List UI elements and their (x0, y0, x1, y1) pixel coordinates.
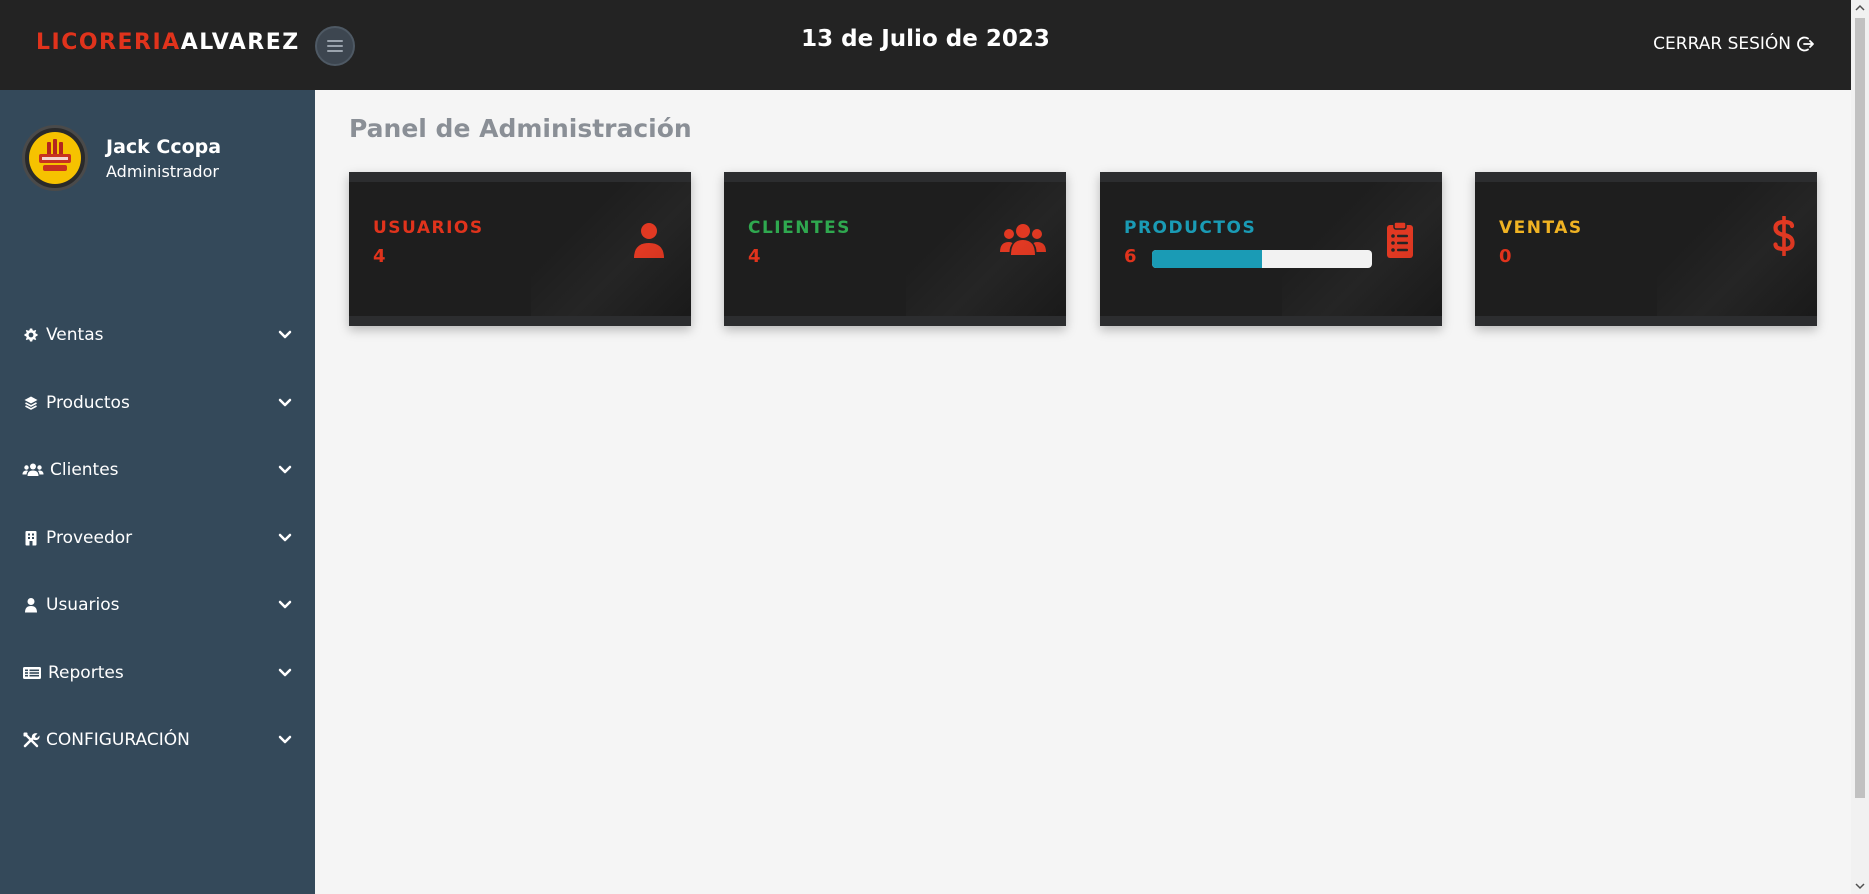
sign-out-icon (1797, 36, 1814, 52)
sidebar-item-productos[interactable]: Productos (0, 383, 315, 423)
card-value: 4 (373, 246, 386, 267)
logout-label: CERRAR SESIÓN (1653, 34, 1791, 54)
products-progress-bar (1152, 250, 1372, 268)
store-logo-icon (39, 139, 71, 171)
scroll-down-arrow-icon[interactable] (1851, 878, 1869, 894)
chevron-down-icon (275, 528, 295, 548)
top-bar: LICORERIAALVAREZ 13 de Julio de 2023 CER… (0, 0, 1851, 90)
building-icon (22, 529, 40, 547)
sidebar-item-label: Usuarios (46, 595, 120, 615)
gear-icon (22, 326, 40, 344)
card-value: 0 (1499, 246, 1512, 267)
user-profile: Jack Ccopa Administrador (22, 125, 221, 191)
card-title: VENTAS (1499, 218, 1583, 238)
chevron-down-icon (275, 663, 295, 683)
stat-card-usuarios[interactable]: USUARIOS 4 (349, 172, 691, 326)
card-title: PRODUCTOS (1124, 218, 1257, 238)
layers-icon (22, 394, 40, 412)
chevron-down-icon (275, 460, 295, 480)
page-title: Panel de Administración (349, 114, 692, 143)
user-icon (629, 220, 669, 260)
page-scrollbar[interactable] (1851, 0, 1869, 894)
chevron-down-icon (275, 730, 295, 750)
sidebar-item-clientes[interactable]: Clientes (0, 450, 315, 490)
chevron-down-icon (275, 325, 295, 345)
dollar-icon (1769, 216, 1799, 256)
user-icon (22, 596, 40, 614)
sidebar-item-usuarios[interactable]: Usuarios (0, 585, 315, 625)
sidebar-item-label: Clientes (50, 460, 119, 480)
sidebar-item-configuracion[interactable]: CONFIGURACIÓN (0, 720, 315, 760)
current-date: 13 de Julio de 2023 (801, 26, 1050, 52)
card-value: 6 (1124, 246, 1137, 267)
sidebar-item-reportes[interactable]: Reportes (0, 653, 315, 693)
chevron-down-icon (275, 393, 295, 413)
avatar (22, 125, 88, 191)
card-value: 4 (748, 246, 761, 267)
sidebar-item-label: Reportes (48, 663, 124, 683)
clipboard-list-icon (1380, 220, 1420, 260)
card-title: CLIENTES (748, 218, 851, 238)
sidebar-item-label: Productos (46, 393, 130, 413)
tools-icon (22, 731, 40, 749)
progress-fill (1152, 250, 1262, 268)
sidebar-item-ventas[interactable]: Ventas (0, 315, 315, 355)
list-icon (22, 664, 42, 682)
user-name: Jack Ccopa (106, 135, 222, 158)
sidebar-item-label: Proveedor (46, 528, 133, 548)
card-title: USUARIOS (373, 218, 484, 238)
chevron-down-icon (275, 595, 295, 615)
logout-button[interactable]: CERRAR SESIÓN (1653, 34, 1815, 54)
sidebar: Jack Ccopa Administrador Ventas Producto… (0, 90, 315, 894)
stat-card-productos[interactable]: PRODUCTOS 6 (1100, 172, 1442, 326)
sidebar-item-label: Ventas (46, 325, 104, 345)
stat-card-ventas[interactable]: VENTAS 0 (1475, 172, 1817, 326)
users-icon (22, 461, 44, 479)
stat-card-clientes[interactable]: CLIENTES 4 (724, 172, 1066, 326)
sidebar-item-proveedor[interactable]: Proveedor (0, 518, 315, 558)
user-role: Administrador (106, 161, 219, 181)
main-content: Panel de Administración USUARIOS 4 CLIEN… (315, 90, 1851, 894)
sidebar-item-label: CONFIGURACIÓN (46, 730, 190, 750)
scrollbar-thumb[interactable] (1855, 18, 1865, 798)
users-icon (1000, 220, 1046, 260)
scroll-up-arrow-icon[interactable] (1851, 0, 1869, 16)
